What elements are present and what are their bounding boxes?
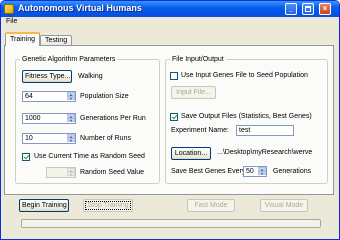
spin-down-icon[interactable]: ▼ (258, 171, 266, 176)
random-seed-label: Random Seed Value (80, 169, 145, 176)
tab-training[interactable]: Training (5, 32, 41, 46)
menu-file[interactable]: File (6, 18, 17, 25)
spin-down-icon[interactable]: ▼ (67, 96, 75, 101)
fast-mode-button[interactable]: Fast Mode (187, 199, 235, 212)
use-time-seed-checkbox[interactable] (22, 153, 30, 161)
app-window: Autonomous Virtual Humans _ × File Train… (0, 0, 340, 240)
location-path: ...\Desktop\myResearch\werve (217, 149, 313, 156)
app-icon (4, 4, 14, 14)
fitness-type-button[interactable]: Fitness Type... (22, 70, 72, 83)
experiment-name-input[interactable]: test (236, 125, 294, 136)
generations-label: Generations Per Run (80, 115, 146, 122)
spin-down-icon[interactable]: ▼ (67, 118, 75, 123)
save-output-checkbox[interactable] (170, 113, 178, 121)
begin-training-button[interactable]: Begin Training (19, 199, 69, 212)
minimize-button[interactable]: _ (285, 3, 297, 15)
experiment-name-label: Experiment Name: (171, 127, 229, 134)
use-input-genes-label: Use Input Genes File to Seed Population (181, 72, 308, 79)
save-output-label: Save Output Files (Statistics, Best Gene… (181, 113, 312, 120)
stop-training-button[interactable]: Stop Training (83, 199, 133, 212)
population-size-label: Population Size (80, 93, 129, 100)
ga-group-legend: Genetic Algorithm Parameters (22, 56, 116, 63)
save-best-value: 50 (246, 168, 254, 175)
population-size-value: 64 (25, 93, 33, 100)
input-file-button[interactable]: Input File... (171, 86, 216, 99)
close-icon: × (322, 4, 328, 13)
title-bar[interactable]: Autonomous Virtual Humans _ × (1, 1, 339, 17)
generations-spinner[interactable]: 1000 ▲ ▼ (22, 113, 76, 124)
generations-value: 1000 (25, 115, 41, 122)
save-best-label: Save Best Genes Every (171, 168, 246, 175)
visual-mode-button[interactable]: Visual Mode (260, 199, 308, 212)
runs-value: 10 (25, 135, 33, 142)
training-panel: Genetic Algorithm Parameters Fitness Typ… (4, 45, 334, 195)
training-progress-bar (21, 219, 321, 228)
spin-down-icon[interactable]: ▼ (67, 138, 75, 143)
maximize-icon (305, 6, 311, 12)
window-title: Autonomous Virtual Humans (18, 3, 142, 13)
close-button[interactable]: × (319, 3, 331, 15)
use-input-genes-checkbox[interactable] (170, 72, 178, 80)
menu-bar: File (1, 17, 339, 28)
runs-spinner[interactable]: 10 ▲ ▼ (22, 133, 76, 144)
spin-down-icon[interactable]: ▼ (67, 172, 75, 177)
minimize-icon: _ (288, 4, 294, 13)
fitness-type-value: Walking (78, 73, 103, 80)
runs-label: Number of Runs (80, 135, 131, 142)
random-seed-spinner[interactable]: ▲ ▼ (46, 167, 76, 178)
file-io-legend: File Input/Output (172, 56, 224, 63)
save-best-suffix: Generations (273, 168, 312, 175)
population-size-spinner[interactable]: 64 ▲ ▼ (22, 91, 76, 102)
save-best-spinner[interactable]: 50 ▲ ▼ (243, 166, 267, 177)
maximize-button[interactable] (302, 3, 314, 15)
location-button[interactable]: Location... (171, 147, 211, 160)
use-time-seed-label: Use Current Time as Random Seed (34, 153, 145, 160)
